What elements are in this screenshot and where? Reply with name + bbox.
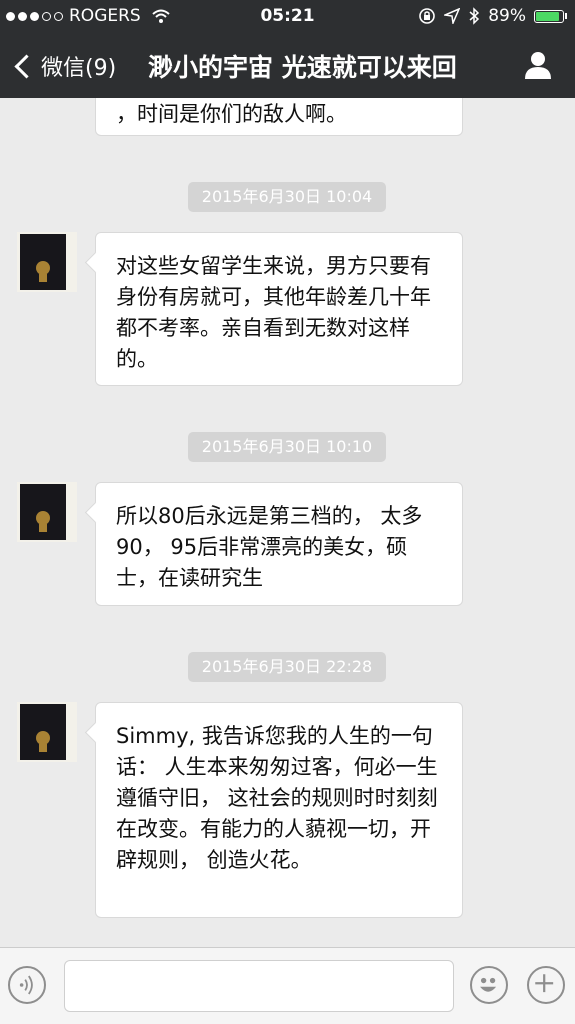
message-bubble[interactable]: Simmy, 我告诉您我的人生的一句话： 人生本来匆匆过客，何必一生遵循守旧， … bbox=[95, 702, 463, 918]
timestamp: 2015年6月30日 22:28 bbox=[188, 652, 386, 682]
battery-percent: 89% bbox=[488, 6, 526, 26]
message-bubble[interactable]: ，时间是你们的敌人啊。 bbox=[95, 98, 463, 136]
message-input[interactable] bbox=[64, 960, 454, 1012]
message-text: 对这些女留学生来说，男方只要有身份有房就可，其他年龄差几十年都不考率。亲自看到无… bbox=[116, 254, 431, 371]
plus-icon[interactable] bbox=[527, 966, 565, 1004]
message-bubble[interactable]: 所以80后永远是第三档的， 太多90， 95后非常漂亮的美女，硕士，在读研究生 bbox=[95, 482, 463, 606]
message-list[interactable]: ，时间是你们的敌人啊。 2015年6月30日 10:04 对这些女留学生来说，男… bbox=[0, 98, 575, 948]
avatar[interactable] bbox=[17, 482, 77, 542]
back-label: 微信(9) bbox=[41, 56, 117, 81]
voice-icon[interactable] bbox=[8, 966, 46, 1004]
message-text: Simmy, 我告诉您我的人生的一句话： 人生本来匆匆过客，何必一生遵循守旧， … bbox=[116, 724, 438, 872]
lock-rotation-icon bbox=[419, 8, 436, 24]
message-text: ，时间是你们的敌人啊。 bbox=[116, 102, 347, 126]
chat-title: 渺小的宇宙 光速就可以来回 bbox=[148, 53, 457, 82]
message-bubble[interactable]: 对这些女留学生来说，男方只要有身份有房就可，其他年龄差几十年都不考率。亲自看到无… bbox=[95, 232, 463, 386]
bluetooth-icon bbox=[469, 7, 480, 25]
emoji-icon[interactable] bbox=[470, 966, 508, 1004]
timestamp: 2015年6月30日 10:04 bbox=[188, 182, 386, 212]
timestamp: 2015年6月30日 10:10 bbox=[188, 432, 386, 462]
person-icon[interactable] bbox=[523, 50, 553, 80]
back-button[interactable]: 微信(9) bbox=[12, 50, 116, 82]
message-text: 所以80后永远是第三档的， 太多90， 95后非常漂亮的美女，硕士，在读研究生 bbox=[116, 504, 423, 590]
avatar[interactable] bbox=[17, 702, 77, 762]
avatar[interactable] bbox=[17, 232, 77, 292]
nav-bar: 微信(9) 渺小的宇宙 光速就可以来回 bbox=[0, 32, 575, 98]
location-icon bbox=[444, 8, 461, 24]
battery-icon bbox=[534, 9, 567, 23]
back-chevron-icon bbox=[14, 53, 39, 79]
input-bar bbox=[0, 947, 575, 1024]
status-right: 89% bbox=[418, 6, 567, 26]
status-bar: ROGERS 05:21 89% bbox=[0, 0, 575, 32]
